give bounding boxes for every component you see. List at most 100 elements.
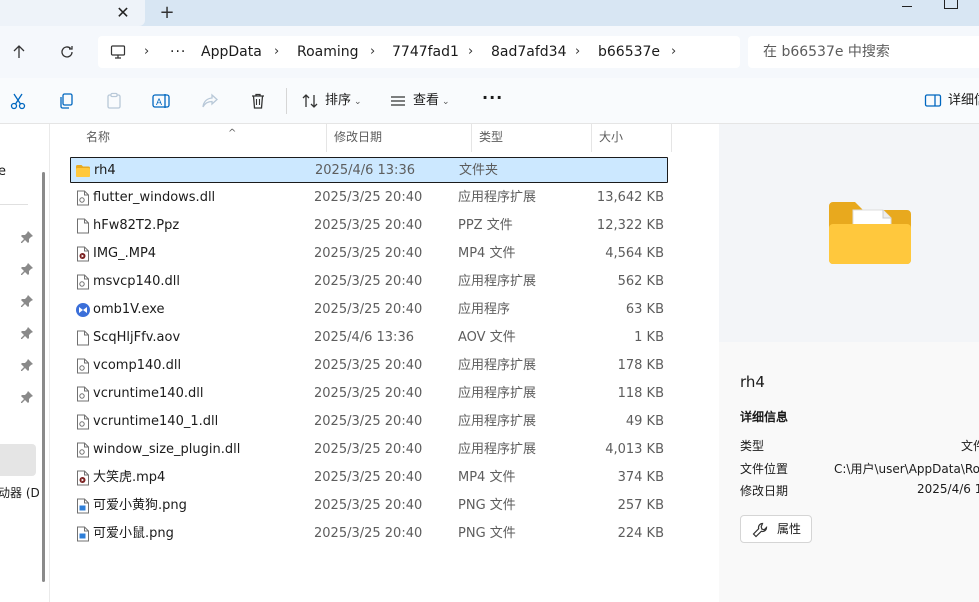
sort-button[interactable]: 排序 xyxy=(325,91,351,111)
file-row[interactable]: vcomp140.dll 2025/3/25 20:40 应用程序扩展 178 KB xyxy=(70,353,668,379)
view-button[interactable]: 查看 xyxy=(413,91,439,111)
dll-file-icon xyxy=(76,414,90,430)
cut-button[interactable] xyxy=(6,89,30,113)
properties-label: 属性 xyxy=(777,522,802,536)
minimize-button[interactable] xyxy=(897,0,921,14)
file-name: flutter_windows.dll xyxy=(93,190,216,205)
file-type: 应用程序 xyxy=(458,302,511,317)
file-type: MP4 文件 xyxy=(458,470,516,485)
file-size: 374 KB xyxy=(617,470,664,485)
file-row[interactable]: omb1V.exe 2025/3/25 20:40 应用程序 63 KB xyxy=(70,297,668,323)
file-row[interactable]: msvcp140.dll 2025/3/25 20:40 应用程序扩展 562 KB xyxy=(70,269,668,295)
share-button[interactable] xyxy=(198,89,222,113)
delete-button[interactable] xyxy=(246,89,270,113)
file-name: omb1V.exe xyxy=(93,302,165,317)
dll-file-icon xyxy=(76,358,90,374)
file-type: 文件夹 xyxy=(459,163,499,178)
file-date: 2025/3/25 20:40 xyxy=(314,246,423,261)
breadcrumb-more[interactable]: ··· xyxy=(170,36,186,68)
chevron-right-icon[interactable]: › xyxy=(671,36,676,68)
new-tab-button[interactable]: + xyxy=(156,2,178,24)
column-header-size[interactable]: 大小 xyxy=(591,124,671,152)
navigation-pane: e 动器 (D xyxy=(0,124,50,602)
file-name: vcomp140.dll xyxy=(93,358,182,373)
file-name: IMG_.MP4 xyxy=(93,246,157,261)
file-row[interactable]: 大笑虎.mp4 2025/3/25 20:40 MP4 文件 374 KB xyxy=(70,465,668,491)
file-row[interactable]: hFw82T2.Ppz 2025/3/25 20:40 PPZ 文件 12,322 K… xyxy=(70,213,668,239)
navigation-bar: › ··· AppData › Roaming › 7747fad1 › 8ad… xyxy=(0,26,979,78)
refresh-button[interactable] xyxy=(53,38,81,66)
details-pane-icon[interactable] xyxy=(921,89,945,113)
breadcrumb-roaming[interactable]: Roaming xyxy=(297,36,359,68)
file-date: 2025/3/25 20:40 xyxy=(314,442,423,457)
breadcrumb-b66537e[interactable]: b66537e xyxy=(598,36,660,68)
copy-button[interactable] xyxy=(54,89,78,113)
file-type: 应用程序扩展 xyxy=(458,190,537,205)
file-size: 4,564 KB xyxy=(605,246,664,261)
address-bar[interactable]: › ··· AppData › Roaming › 7747fad1 › 8ad… xyxy=(98,36,740,68)
chevron-right-icon[interactable]: › xyxy=(370,36,375,68)
column-header-name[interactable]: 名称 ^ xyxy=(78,124,326,152)
rename-button[interactable]: A xyxy=(150,89,174,113)
file-date: 2025/3/25 20:40 xyxy=(314,414,423,429)
file-name: vcruntime140.dll xyxy=(93,386,204,401)
refresh-icon xyxy=(61,46,73,58)
scissors-icon xyxy=(10,93,26,110)
breadcrumb-appdata[interactable]: AppData xyxy=(201,36,262,68)
chevron-right-icon[interactable]: › xyxy=(274,36,279,68)
file-row[interactable]: 可爱小黄狗.png 2025/3/25 20:40 PNG 文件 257 KB xyxy=(70,493,668,519)
paste-button[interactable] xyxy=(102,89,126,113)
file-size: 1 KB xyxy=(634,330,664,345)
more-options-button[interactable]: ··· xyxy=(482,88,503,108)
breadcrumb-8ad7afd34[interactable]: 8ad7afd34 xyxy=(491,36,567,68)
up-button[interactable] xyxy=(5,38,33,66)
rename-icon: A xyxy=(152,94,170,108)
file-date: 2025/3/25 20:40 xyxy=(314,218,423,233)
active-tab[interactable]: ✕ xyxy=(0,0,145,26)
file-row[interactable]: IMG_.MP4 2025/3/25 20:40 MP4 文件 4,564 KB xyxy=(70,241,668,267)
nav-item-selected[interactable] xyxy=(0,444,36,476)
video-file-icon xyxy=(76,246,90,262)
properties-button[interactable]: 属性 xyxy=(740,515,812,543)
exe-app-icon xyxy=(75,302,91,318)
preview-area xyxy=(719,124,979,342)
sort-icon[interactable] xyxy=(298,89,322,113)
column-header-date[interactable]: 修改日期 xyxy=(326,124,471,152)
nav-item-drive[interactable]: 动器 (D xyxy=(0,484,40,501)
sort-arrows-icon xyxy=(302,94,318,108)
trash-icon xyxy=(252,93,264,109)
chevron-right-icon[interactable]: › xyxy=(468,36,473,68)
maximize-button[interactable] xyxy=(944,0,958,9)
file-size: 49 KB xyxy=(625,414,664,429)
file-type: 应用程序扩展 xyxy=(458,274,537,289)
nav-item-partial[interactable]: e xyxy=(0,164,6,179)
search-input[interactable]: 在 b66537e 中搜索 xyxy=(748,36,979,68)
file-row[interactable]: 可爱小鼠.png 2025/3/25 20:40 PNG 文件 224 KB xyxy=(70,521,668,547)
column-divider[interactable] xyxy=(671,124,672,152)
details-modified-value: 2025/4/6 13 xyxy=(917,482,979,496)
column-header-type[interactable]: 类型 xyxy=(471,124,591,152)
pin-icon xyxy=(21,263,33,275)
breadcrumb-7747fad1[interactable]: 7747fad1 xyxy=(392,36,459,68)
details-panel-icon xyxy=(924,94,942,107)
file-row[interactable]: rh4 2025/4/6 13:36 文件夹 xyxy=(70,157,668,183)
tab-close-button[interactable]: ✕ xyxy=(112,2,134,24)
file-type: MP4 文件 xyxy=(458,246,516,261)
details-location-value: C:\用户\user\AppData\Roan xyxy=(834,462,979,476)
column-name-label: 名称 xyxy=(86,130,111,144)
file-row[interactable]: vcruntime140_1.dll 2025/3/25 20:40 应用程序扩展 4… xyxy=(70,409,668,435)
file-row[interactable]: vcruntime140.dll 2025/3/25 20:40 应用程序扩展 118… xyxy=(70,381,668,407)
details-section-title: 详细信息 xyxy=(740,410,789,424)
file-name: 可爱小黄狗.png xyxy=(93,498,187,513)
file-row[interactable]: flutter_windows.dll 2025/3/25 20:40 应用程序扩展… xyxy=(70,185,668,211)
file-row[interactable]: ScqHljFfv.aov 2025/4/6 13:36 AOV 文件 1 KB xyxy=(70,325,668,351)
nav-scrollbar[interactable] xyxy=(42,172,45,582)
nav-divider xyxy=(0,204,28,205)
file-name: hFw82T2.Ppz xyxy=(93,218,180,233)
chevron-right-icon[interactable]: › xyxy=(575,36,580,68)
chevron-right-icon[interactable]: › xyxy=(144,36,149,68)
file-row[interactable]: window_size_plugin.dll 2025/3/25 20:40 应用程… xyxy=(70,437,668,463)
svg-text:A: A xyxy=(156,97,162,107)
details-pane-button[interactable]: 详细信 xyxy=(948,91,979,111)
view-icon[interactable] xyxy=(386,89,410,113)
